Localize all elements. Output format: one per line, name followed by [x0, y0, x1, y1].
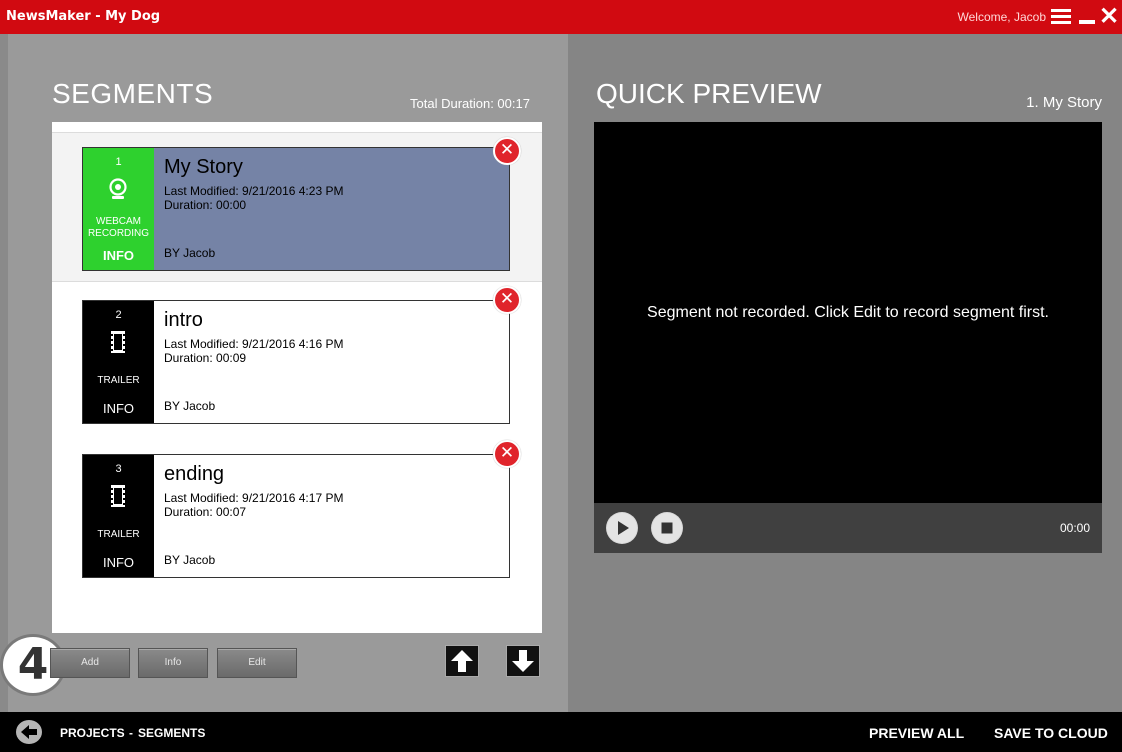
playback-time: 00:00 — [1059, 521, 1090, 535]
edit-button[interactable]: Edit — [217, 648, 297, 678]
move-down-button[interactable] — [506, 645, 540, 677]
current-segment-label: 1. My Story — [1026, 94, 1102, 111]
delete-segment-icon[interactable]: ✕ — [493, 440, 521, 468]
segment-name: My Story — [164, 156, 243, 178]
segment-number: 2 — [115, 309, 122, 321]
segment-author: BY Jacob — [164, 399, 216, 413]
save-to-cloud-button[interactable]: SAVE TO CLOUD — [994, 725, 1108, 741]
segment-author: BY Jacob — [164, 246, 216, 260]
segment-card-2[interactable]: 2 TRAILER INFO intro Last Modified: 9/21… — [82, 300, 510, 424]
segment-list[interactable]: 1 WEBCAM RECORDING INFO My Story Last Mo… — [52, 122, 542, 633]
segment-card-3[interactable]: 3 TRAILER INFO ending Last Modified: 9/2… — [82, 454, 510, 578]
segment-card-1[interactable]: 1 WEBCAM RECORDING INFO My Story Last Mo… — [82, 147, 510, 271]
add-button[interactable]: Add — [50, 648, 130, 678]
hamburger-menu-icon[interactable] — [1050, 4, 1072, 30]
breadcrumb-separator: - — [129, 726, 133, 740]
player-controls: 00:00 — [594, 503, 1102, 553]
segment-info-link[interactable]: INFO — [83, 401, 154, 416]
segment-type-label: TRAILER — [97, 375, 140, 386]
segment-type-panel-1: 1 WEBCAM RECORDING INFO — [83, 148, 154, 270]
segments-heading: SEGMENTS — [52, 78, 214, 109]
segments-panel: SEGMENTS Total Duration: 00:17 1 WEBCAM … — [0, 34, 568, 712]
segment-duration: Duration: 00:07 — [164, 505, 247, 519]
segment-number: 1 — [115, 156, 122, 168]
delete-segment-icon[interactable]: ✕ — [493, 286, 521, 314]
delete-segment-icon[interactable]: ✕ — [493, 137, 521, 165]
stop-button[interactable] — [651, 512, 683, 544]
segment-row-3[interactable]: 3 TRAILER INFO ending Last Modified: 9/2… — [52, 440, 542, 590]
stop-icon — [652, 513, 682, 543]
segment-duration: Duration: 00:00 — [164, 198, 247, 212]
segment-type-panel-2: 2 TRAILER INFO — [83, 301, 154, 423]
film-strip-icon — [111, 331, 125, 353]
segment-last-modified: Last Modified: 9/21/2016 4:23 PM — [164, 184, 344, 198]
play-icon — [607, 513, 637, 543]
quick-preview-heading: QUICK PREVIEW — [596, 78, 822, 109]
segment-info-link[interactable]: INFO — [83, 248, 154, 263]
info-button[interactable]: Info — [138, 648, 208, 678]
segment-type-label: WEBCAM RECORDING — [87, 216, 150, 239]
segment-author: BY Jacob — [164, 553, 216, 567]
close-icon[interactable]: ✕ — [1098, 4, 1120, 30]
segment-type-panel-3: 3 TRAILER INFO — [83, 455, 154, 577]
arrow-up-icon — [451, 650, 473, 672]
segment-duration: Duration: 00:09 — [164, 351, 247, 365]
segment-info-link[interactable]: INFO — [83, 555, 154, 570]
footer-bar: PROJECTS - SEGMENTS PREVIEW ALL SAVE TO … — [0, 712, 1122, 752]
segment-type-label: TRAILER — [97, 529, 140, 540]
move-up-button[interactable] — [445, 645, 479, 677]
segment-name: intro — [164, 309, 203, 331]
segment-name: ending — [164, 463, 225, 485]
segment-last-modified: Last Modified: 9/21/2016 4:17 PM — [164, 491, 344, 505]
film-strip-icon — [111, 485, 125, 507]
back-button[interactable] — [16, 720, 42, 744]
preview-panel: QUICK PREVIEW 1. My Story Segment not re… — [568, 34, 1122, 712]
total-duration: Total Duration: 00:17 — [410, 96, 530, 111]
app-title: NewsMaker - My Dog — [6, 9, 161, 24]
video-preview[interactable]: Segment not recorded. Click Edit to reco… — [594, 122, 1102, 503]
breadcrumb-segments: SEGMENTS — [138, 726, 206, 740]
preview-all-button[interactable]: PREVIEW ALL — [869, 725, 964, 741]
segment-last-modified: Last Modified: 9/21/2016 4:16 PM — [164, 337, 344, 351]
back-arrow-icon — [21, 725, 37, 739]
segment-row-1[interactable]: 1 WEBCAM RECORDING INFO My Story Last Mo… — [52, 132, 542, 282]
segment-number: 3 — [115, 463, 122, 475]
title-bar: NewsMaker - My Dog Welcome, Jacob ✕ — [0, 0, 1122, 34]
minimize-icon[interactable] — [1076, 4, 1098, 30]
play-button[interactable] — [606, 512, 638, 544]
preview-message: Segment not recorded. Click Edit to reco… — [647, 304, 1049, 321]
arrow-down-icon — [512, 650, 534, 672]
webcam-icon — [109, 178, 127, 199]
welcome-text: Welcome, Jacob — [957, 10, 1046, 24]
breadcrumb-projects[interactable]: PROJECTS — [60, 726, 125, 740]
segment-row-2[interactable]: 2 TRAILER INFO intro Last Modified: 9/21… — [52, 286, 542, 436]
